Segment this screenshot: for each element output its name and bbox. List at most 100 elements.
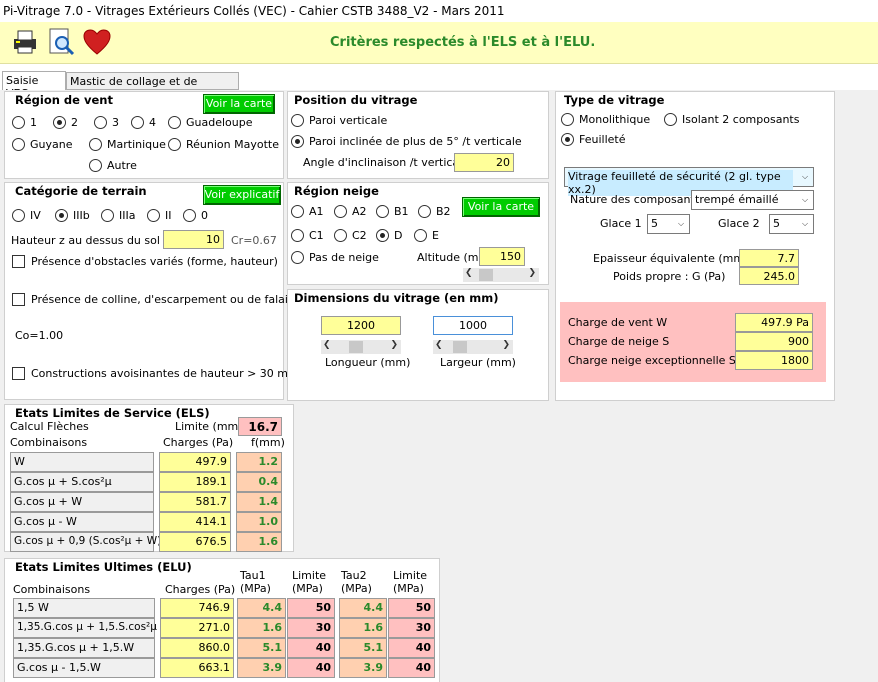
elu-row-lim1: 30 [287, 618, 335, 638]
elu-col-combinaisons: Combinaisons [13, 583, 91, 596]
altitude-input[interactable]: 150 [479, 247, 525, 266]
elu-row-lim2: 40 [388, 658, 435, 678]
radio-autre[interactable] [89, 159, 102, 172]
radio-neige-c2[interactable] [334, 229, 347, 242]
radio-guyane-label: Guyane [30, 138, 73, 151]
scroll-thumb[interactable] [349, 341, 363, 353]
charges-box: Charge de vent W 497.9 Pa Charge de neig… [560, 302, 826, 382]
radio-terrain-0[interactable] [183, 209, 196, 222]
largeur-input[interactable]: 1000 [433, 316, 513, 335]
scroll-thumb[interactable] [479, 269, 493, 281]
glace2-select[interactable]: 5 ⌵ [769, 214, 814, 234]
chevron-left-icon[interactable]: ❮ [435, 340, 443, 350]
chevron-left-icon[interactable]: ❮ [465, 268, 473, 278]
radio-isolant[interactable] [664, 113, 677, 126]
chevron-down-icon: ⌵ [801, 195, 809, 204]
els-row-label: G.cos μ - W [10, 512, 154, 532]
radio-neige-c1[interactable] [291, 229, 304, 242]
radio-neige-b1[interactable] [376, 205, 389, 218]
radio-vent-3[interactable] [94, 116, 107, 129]
radio-paroi-inclinee[interactable] [291, 135, 304, 148]
radio-martinique-label: Martinique [107, 138, 166, 151]
printer-icon[interactable] [10, 27, 40, 57]
heart-icon[interactable] [82, 27, 112, 57]
angle-input[interactable]: 20 [454, 153, 514, 172]
obstacles-label: Présence d'obstacles variés (forme, haut… [31, 255, 278, 268]
toolbar: Critères respectés à l'ELS et à l'ELU. [0, 22, 878, 64]
els-row-label: G.cos μ + 0,9 (S.cos²μ + W) [10, 532, 161, 552]
tab-mastic[interactable]: Mastic de collage et de scellement [66, 72, 239, 101]
chevron-left-icon[interactable]: ❮ [323, 340, 331, 350]
els-row-charge: 676.5 [159, 532, 231, 552]
largeur-scrollbar[interactable]: ❮ ❯ [433, 340, 513, 354]
radio-monolithique[interactable] [561, 113, 574, 126]
calcul-fleches-label: Calcul Flèches [10, 420, 89, 433]
glace1-label: Glace 1 [600, 217, 642, 230]
radio-vent-4[interactable] [131, 116, 144, 129]
radio-autre-label: Autre [107, 159, 137, 172]
els-limite-value: 16.7 [238, 417, 282, 436]
radio-terrain-0-label: 0 [201, 209, 208, 222]
elu-row-charge: 860.0 [160, 638, 234, 658]
radio-neige-a2-label: A2 [352, 205, 367, 218]
charge-vent-value: 497.9 Pa [735, 313, 813, 332]
chevron-right-icon[interactable]: ❯ [502, 340, 510, 350]
elu-panel: Etats Limites Ultimes (ELU) Combinaisons… [4, 558, 440, 682]
radio-neige-e[interactable] [414, 229, 427, 242]
radio-neige-d[interactable] [376, 229, 389, 242]
radio-guyane[interactable] [12, 138, 25, 151]
radio-neige-b2[interactable] [418, 205, 431, 218]
radio-vent-2[interactable] [53, 116, 66, 129]
radio-terrain-iiib[interactable] [55, 209, 68, 222]
tab-saisie-vec[interactable]: Saisie VEC [2, 71, 66, 100]
glace1-select[interactable]: 5 ⌵ [647, 214, 690, 234]
els-title: Etats Limites de Service (ELS) [15, 406, 210, 420]
radio-pas-de-neige[interactable] [291, 251, 304, 264]
els-col-combinaisons: Combinaisons [10, 436, 88, 449]
elu-col-tau1: Tau1 [240, 569, 266, 582]
elu-row-label: 1,35.G.cos μ + 1,5.W [13, 638, 155, 658]
terrain-panel: Catégorie de terrain Voir explicatif IV … [4, 182, 304, 400]
radio-terrain-iv[interactable] [12, 209, 25, 222]
radio-terrain-iv-label: IV [30, 209, 41, 222]
voir-carte-neige-button[interactable]: Voir la carte [462, 197, 540, 217]
radio-reunion[interactable] [168, 138, 181, 151]
nature-select[interactable]: trempé émaillé ⌵ [691, 190, 814, 210]
constructions-checkbox[interactable] [12, 367, 25, 380]
chevron-right-icon[interactable]: ❯ [390, 340, 398, 350]
hauteur-input[interactable]: 10 [163, 230, 224, 249]
longueur-scrollbar[interactable]: ❮ ❯ [321, 340, 401, 354]
els-row-label: G.cos μ + S.cos²μ [10, 472, 154, 492]
radio-neige-a2[interactable] [334, 205, 347, 218]
radio-feuillete-label: Feuilleté [579, 133, 626, 146]
type-feuillete-select[interactable]: Vitrage feuilleté de sécurité (2 gl. typ… [564, 167, 814, 196]
radio-vent-1[interactable] [12, 116, 25, 129]
altitude-scrollbar[interactable]: ❮ ❯ [463, 268, 539, 282]
radio-martinique[interactable] [89, 138, 102, 151]
obstacles-checkbox[interactable] [12, 255, 25, 268]
elu-col-lim2: Limite [393, 569, 428, 582]
co-value: Co=1.00 [15, 329, 64, 342]
radio-neige-a1[interactable] [291, 205, 304, 218]
els-col-f: f(mm) [251, 436, 285, 449]
els-row-f: 1.4 [236, 492, 282, 512]
radio-paroi-verticale[interactable] [291, 114, 304, 127]
els-row-f: 1.2 [236, 452, 282, 472]
radio-neige-c2-label: C2 [352, 229, 367, 242]
chevron-right-icon[interactable]: ❯ [528, 268, 536, 278]
colline-checkbox[interactable] [12, 293, 25, 306]
preview-icon[interactable] [46, 27, 76, 57]
voir-explicatif-button[interactable]: Voir explicatif [203, 185, 281, 205]
radio-feuillete[interactable] [561, 133, 574, 146]
type-vitrage-panel: Type de vitrage Monolithique Isolant 2 c… [555, 91, 835, 401]
region-vent-panel: Région de vent Voir la carte 1 2 3 4 Gua… [4, 91, 284, 179]
chevron-down-icon: ⌵ [801, 172, 809, 181]
radio-terrain-ii[interactable] [147, 209, 160, 222]
radio-guadeloupe[interactable] [168, 116, 181, 129]
charge-neige-exc-value: 1800 [735, 351, 813, 370]
scroll-thumb[interactable] [453, 341, 467, 353]
glace1-value: 5 [651, 217, 658, 230]
radio-terrain-iiia[interactable] [101, 209, 114, 222]
longueur-input[interactable]: 1200 [321, 316, 401, 335]
voir-carte-vent-button[interactable]: Voir la carte [203, 94, 275, 114]
